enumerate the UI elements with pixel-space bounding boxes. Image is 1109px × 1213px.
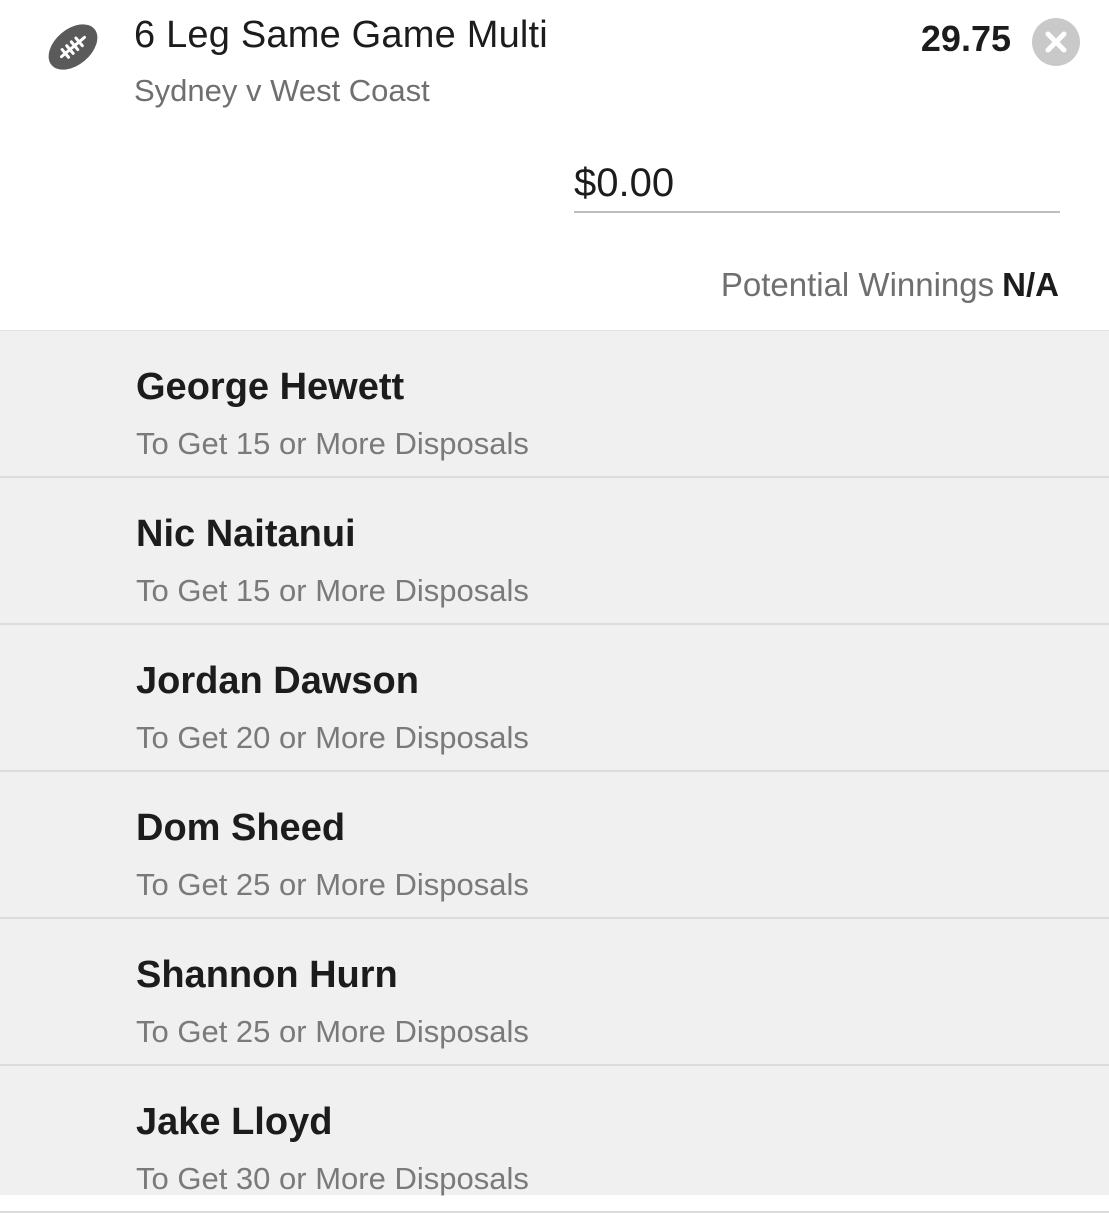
leg-market: To Get 20 or More Disposals [136, 720, 529, 755]
leg-player-name: Jake Lloyd [136, 1101, 333, 1143]
leg-player-name: Shannon Hurn [136, 954, 398, 996]
stake-input[interactable] [574, 155, 1060, 213]
bet-legs-list: George Hewett To Get 15 or More Disposal… [0, 330, 1109, 1213]
football-icon [44, 18, 102, 76]
leg-market: To Get 15 or More Disposals [136, 573, 529, 608]
leg-market: To Get 15 or More Disposals [136, 426, 529, 461]
potential-winnings: Potential Winnings N/A [721, 266, 1059, 304]
leg-player-name: Nic Naitanui [136, 513, 356, 555]
leg-player-name: Jordan Dawson [136, 660, 419, 702]
potential-winnings-label: Potential Winnings [720, 266, 995, 303]
bet-leg: Jordan Dawson To Get 20 or More Disposal… [0, 625, 1109, 772]
bet-leg: Jake Lloyd To Get 30 or More Disposals [0, 1066, 1109, 1213]
bet-leg: George Hewett To Get 15 or More Disposal… [0, 331, 1109, 478]
bet-leg: Dom Sheed To Get 25 or More Disposals [0, 772, 1109, 919]
leg-player-name: George Hewett [136, 366, 405, 408]
leg-market: To Get 30 or More Disposals [136, 1161, 529, 1196]
leg-market: To Get 25 or More Disposals [136, 1014, 529, 1049]
leg-market: To Get 25 or More Disposals [136, 867, 529, 902]
bet-title: 6 Leg Same Game Multi [134, 14, 548, 56]
bet-header: 6 Leg Same Game Multi Sydney v West Coas… [0, 0, 1109, 330]
leg-player-name: Dom Sheed [136, 807, 346, 849]
bet-leg: Shannon Hurn To Get 25 or More Disposals [0, 919, 1109, 1066]
bet-odds: 29.75 [920, 18, 1011, 59]
match-name: Sydney v West Coast [134, 73, 430, 108]
potential-winnings-value: N/A [1002, 266, 1059, 303]
bet-leg: Nic Naitanui To Get 15 or More Disposals [0, 478, 1109, 625]
remove-bet-button[interactable] [1032, 18, 1080, 66]
